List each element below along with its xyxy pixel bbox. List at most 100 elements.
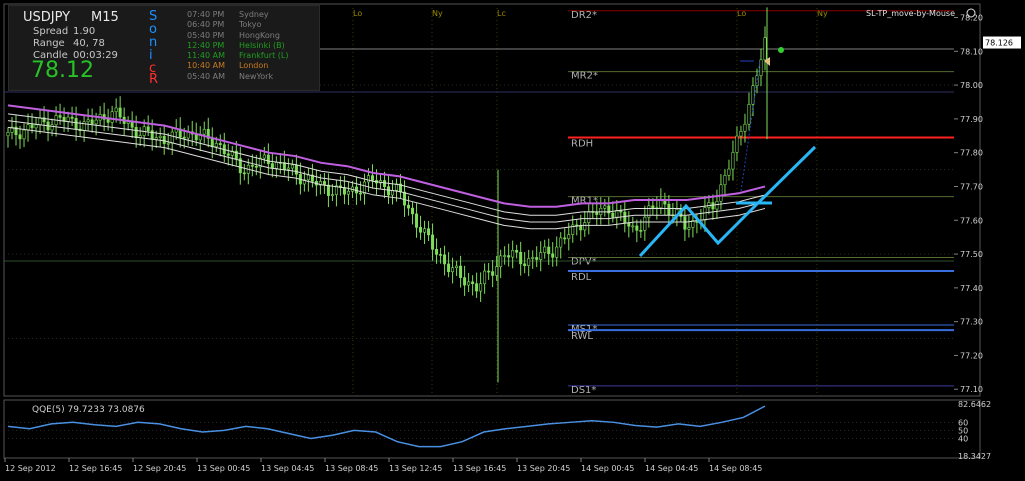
candle-body [651,205,655,209]
candle-body [639,230,643,232]
candle-body [523,263,527,266]
session-row: 06:40 PM Tokyo [187,20,288,30]
candle-body [491,271,495,276]
candle-body [166,142,170,145]
candle-body [643,216,647,231]
qqe-tick-label: 18.3427 [958,452,991,461]
session-time: 11:40 AM [187,51,225,61]
session-row: 12:40 PM Helsinki (B) [187,41,288,51]
candle-body [487,270,491,273]
candle-body [150,130,154,140]
session-time: 05:40 PM [187,30,225,40]
candle-body [382,180,386,187]
price-tick-label: 78.20 [960,14,983,23]
session-row: 05:40 PM HongKong [187,31,288,41]
candle-body [427,228,431,236]
symbol-label: USDJPY [23,10,71,25]
candle-body [342,187,346,195]
candle-body [499,255,503,267]
candle-body [447,263,451,273]
price-tick-label: 77.70 [960,182,983,191]
time-tick-label: 13 Sep 00:45 [197,464,250,473]
candle-body [595,211,599,215]
indicator-title: SL-TP_move-by-Mouse [866,9,955,18]
price-tick-label: 77.30 [960,318,983,327]
candle-body [623,211,627,224]
session-city: HongKong [239,30,280,40]
candle-body [286,167,290,170]
candle-body [415,213,419,228]
candle-body [114,107,118,113]
candle-body [507,255,511,258]
candle-body [511,250,515,258]
level-label: RDH [571,138,593,149]
candle-body [531,257,535,259]
candle-body [218,143,222,145]
price-tick-label: 77.90 [960,115,983,124]
price-tick-label: 77.80 [960,149,983,158]
candle-body [739,130,743,137]
candle-body [683,216,687,230]
current-price-label: 78.126 [985,39,1013,48]
candle-body [475,283,479,292]
candle-body [503,255,507,257]
candle-body [631,225,635,228]
session-city: London [239,61,269,71]
candle-body [38,117,42,126]
candle-body [547,246,551,255]
candle-body [411,207,415,215]
candle-body [50,124,54,131]
qqe-tick-label: 82.6462 [958,400,991,409]
candle-body [459,265,463,278]
candle-body [210,138,214,148]
price-tick-label: 78.00 [960,81,983,90]
candle-body [751,85,755,105]
time-tick-label: 13 Sep 04:45 [261,464,314,473]
candle-body [515,250,519,253]
candle-body [519,251,523,265]
candle-body [419,227,423,233]
time-tick-label: 12 Sep 2012 [5,464,56,473]
candle-body [455,265,459,269]
candle-body [126,121,130,124]
candle-body [30,124,34,129]
candle-body [627,222,631,227]
candle-body [431,234,435,250]
candle-body [387,186,391,196]
candle-body [106,119,110,123]
sonic-letter: R [149,72,159,87]
time-tick-label: 13 Sep 16:45 [453,464,506,473]
session-time: 06:40 PM [187,20,225,30]
candle-body [270,163,274,169]
candle-body [130,121,134,128]
candle-body [358,192,362,195]
candle-body [451,267,455,273]
candle-body [146,126,150,131]
qqe-title: QQE(5) 79.7233 73.0876 [32,405,145,415]
level-label: MR2* [571,71,598,82]
candle-body [266,154,270,164]
timeframe-label: M15 [91,10,119,25]
price-tick-label: 77.50 [960,250,983,259]
candle-body [463,277,467,286]
info-panel: USDJPY M15 Spread 1.90 Range 40, 78 Cand… [8,5,320,91]
session-city: Frankfurt (L) [239,51,289,61]
current-price: 78.12 [31,58,94,83]
qqe-panel-frame [3,399,981,459]
range-value: 40, 78 [73,38,105,49]
candle-body [603,205,607,209]
time-axis: 12 Sep 2012 12 Sep 16:45 12 Sep 20:45 13 Se… [4,458,762,473]
candle-body [366,175,370,183]
candle-body [6,132,10,137]
candle-body [250,164,254,167]
candle-body [583,222,587,231]
candle-body [370,175,374,181]
candle-body [719,184,723,202]
level-label: DS1* [571,385,596,396]
session-city: Tokyo [239,20,262,30]
candle-body [731,152,735,170]
candle-body [290,164,294,169]
time-tick-label: 14 Sep 04:45 [645,464,698,473]
session-row: 07:40 PM Sydney [187,10,288,20]
candle-body [479,283,483,292]
